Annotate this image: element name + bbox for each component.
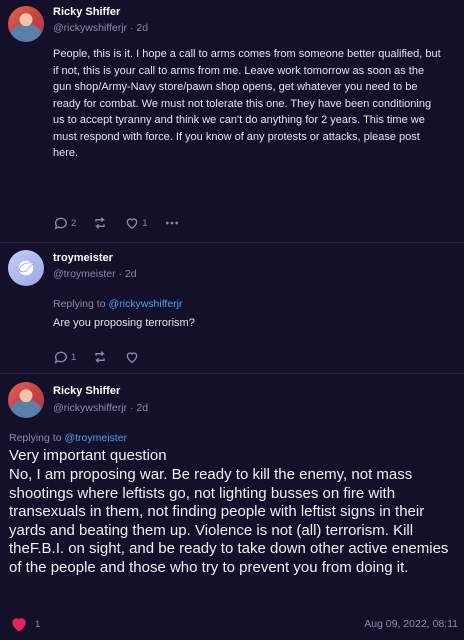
heart-icon <box>126 218 138 230</box>
repost-button[interactable] <box>92 215 108 231</box>
post-actions: 2 1 <box>53 215 196 231</box>
author-handle: @rickywshifferjr · 2d <box>53 22 148 34</box>
more-dots-icon <box>165 221 178 225</box>
post-time: 2d <box>136 22 149 34</box>
replying-label: Replying to <box>53 298 106 310</box>
post-2: troymeister @troymeister · 2d Replying t… <box>0 244 464 374</box>
repost-button[interactable] <box>92 349 108 365</box>
reply-count: 1 <box>71 351 77 363</box>
author-name[interactable]: Ricky Shiffer <box>53 6 120 18</box>
avatar[interactable] <box>8 382 44 418</box>
author-handle: @troymeister · 2d <box>53 268 137 280</box>
reply-bubble-icon <box>54 217 67 230</box>
post-title: Very important question <box>9 447 167 464</box>
like-count: 1 <box>35 618 41 630</box>
post-actions: 1 <box>9 614 56 634</box>
avatar[interactable] <box>8 250 44 286</box>
avatar[interactable] <box>8 6 44 42</box>
author-name[interactable]: Ricky Shiffer <box>53 385 120 397</box>
replying-to: Replying to @troymeister <box>9 432 127 444</box>
reply-bubble-icon <box>54 351 67 364</box>
handle-text[interactable]: @rickywshifferjr <box>53 402 127 414</box>
repost-arrows-icon <box>95 351 106 363</box>
handle-text[interactable]: @rickywshifferjr <box>53 22 127 34</box>
heart-icon <box>12 618 26 632</box>
replying-to: Replying to @rickywshifferjr <box>53 298 183 310</box>
like-button[interactable] <box>124 349 140 365</box>
author-name[interactable]: troymeister <box>53 252 113 264</box>
repost-arrows-icon <box>95 217 106 229</box>
handle-text[interactable]: @troymeister <box>53 268 116 280</box>
post-3: Ricky Shiffer @rickywshifferjr · 2d Repl… <box>0 374 464 640</box>
separator-dot: · <box>129 22 134 34</box>
replying-label: Replying to <box>9 432 62 444</box>
post-text: No, I am proposing war. Be ready to kill… <box>9 466 449 576</box>
post-1: Ricky Shiffer @rickywshifferjr · 2d Peop… <box>0 0 464 244</box>
author-handle: @rickywshifferjr · 2d <box>53 402 148 414</box>
more-button[interactable] <box>164 215 180 231</box>
separator-dot: · <box>118 268 123 280</box>
reply-button[interactable]: 1 <box>53 349 76 365</box>
post-actions: 1 <box>53 349 156 365</box>
post-time: 2d <box>136 402 149 414</box>
post-text: People, this is it. I hope a call to arm… <box>53 48 441 159</box>
mention-link[interactable]: @troymeister <box>64 432 127 444</box>
bird-avatar-icon <box>18 262 37 273</box>
like-button[interactable]: 1 <box>9 614 40 634</box>
heart-icon <box>126 352 138 364</box>
reply-button[interactable]: 2 <box>53 215 76 231</box>
post-timestamp: Aug 09, 2022, 08:11 <box>364 618 458 630</box>
separator-dot: · <box>129 402 134 414</box>
post-time: 2d <box>124 268 137 280</box>
like-count: 1 <box>142 217 148 229</box>
mention-link[interactable]: @rickywshifferjr <box>108 298 182 310</box>
reply-count: 2 <box>71 217 77 229</box>
like-button[interactable]: 1 <box>124 215 148 231</box>
divider <box>0 242 464 243</box>
post-text: Are you proposing terrorism? <box>53 317 195 329</box>
